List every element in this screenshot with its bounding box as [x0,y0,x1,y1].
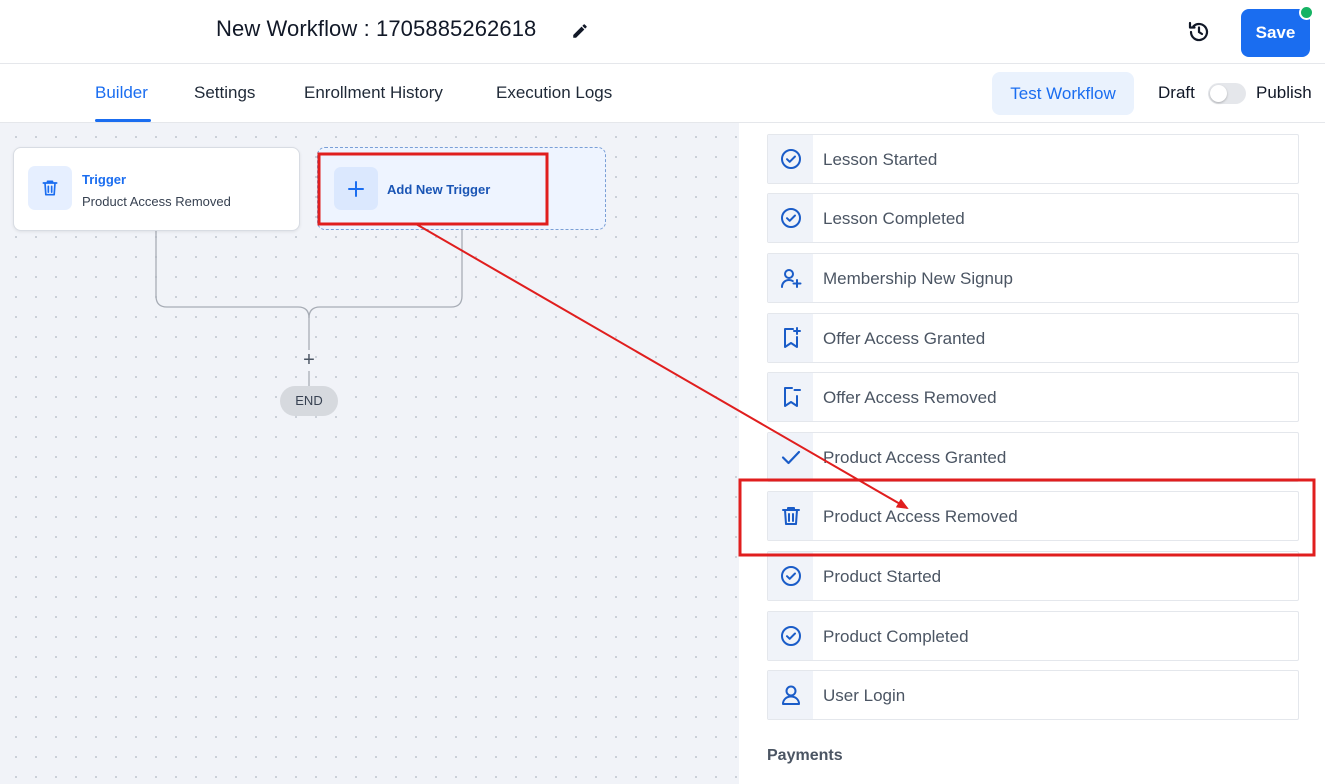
workflow-header: New Workflow : 1705885262618 Save [0,0,1325,64]
trigger-option-label: Lesson Completed [823,209,965,228]
user-plus-icon [768,254,813,302]
trigger-option-offer-access-removed[interactable]: Offer Access Removed [767,372,1299,422]
check-circle-icon [768,194,813,242]
trigger-option-product-started[interactable]: Product Started [767,551,1299,601]
workflow-title: New Workflow : 1705885262618 [216,16,537,41]
trigger-subtitle: Product Access Removed [82,194,231,209]
history-icon[interactable] [1186,19,1212,45]
trash-icon [28,166,72,210]
toggle-knob [1210,85,1227,102]
publish-label: Publish [1256,83,1312,102]
section-payments: Payments [767,747,843,764]
add-new-trigger-node[interactable]: Add New Trigger [317,147,606,230]
trigger-option-label: Offer Access Granted [823,329,986,348]
trigger-option-label: Membership New Signup [823,269,1013,288]
trigger-option-user-login[interactable]: User Login [767,670,1299,720]
trigger-option-label: Product Access Granted [823,448,1007,467]
trigger-option-offer-access-granted[interactable]: Offer Access Granted [767,313,1299,363]
tab-execution-logs[interactable]: Execution Logs [496,83,612,103]
add-step-button[interactable]: + [299,350,319,370]
trigger-option-product-access-granted[interactable]: Product Access Granted [767,432,1299,482]
trash-icon [768,492,813,540]
trigger-option-lesson-started[interactable]: Lesson Started [767,134,1299,184]
trigger-node[interactable]: Trigger Product Access Removed [13,147,300,231]
publish-toggle[interactable] [1208,83,1246,104]
check-icon [768,433,813,481]
tab-settings[interactable]: Settings [194,83,255,103]
trigger-option-label: Product Access Removed [823,507,1018,526]
tab-enrollment-history[interactable]: Enrollment History [304,83,443,103]
check-circle-icon [768,612,813,660]
check-circle-icon [768,552,813,600]
trigger-option-product-completed[interactable]: Product Completed [767,611,1299,661]
add-trigger-label: Add New Trigger [387,182,491,197]
end-node: END [280,386,338,416]
trigger-option-label: Offer Access Removed [823,388,997,407]
pencil-icon[interactable] [571,22,589,40]
trigger-option-label: Product Started [823,567,942,586]
status-dot [1299,5,1314,20]
trigger-option-label: User Login [823,686,906,705]
plus-icon [334,167,378,210]
check-circle-icon [768,135,813,183]
draft-label: Draft [1158,83,1195,102]
trigger-title: Trigger [82,172,127,187]
user-icon [768,671,813,719]
test-workflow-button[interactable]: Test Workflow [992,72,1134,115]
trigger-option-lesson-completed[interactable]: Lesson Completed [767,193,1299,243]
active-tab-indicator [95,119,151,122]
trigger-option-membership-new-signup[interactable]: Membership New Signup [767,253,1299,303]
tab-builder[interactable]: Builder [95,83,148,103]
bookmark-plus-icon [768,314,813,362]
trigger-option-label: Lesson Started [823,150,938,169]
trigger-option-label: Product Completed [823,627,969,646]
trigger-option-product-access-removed[interactable]: Product Access Removed [767,491,1299,541]
bookmark-minus-icon [768,373,813,421]
